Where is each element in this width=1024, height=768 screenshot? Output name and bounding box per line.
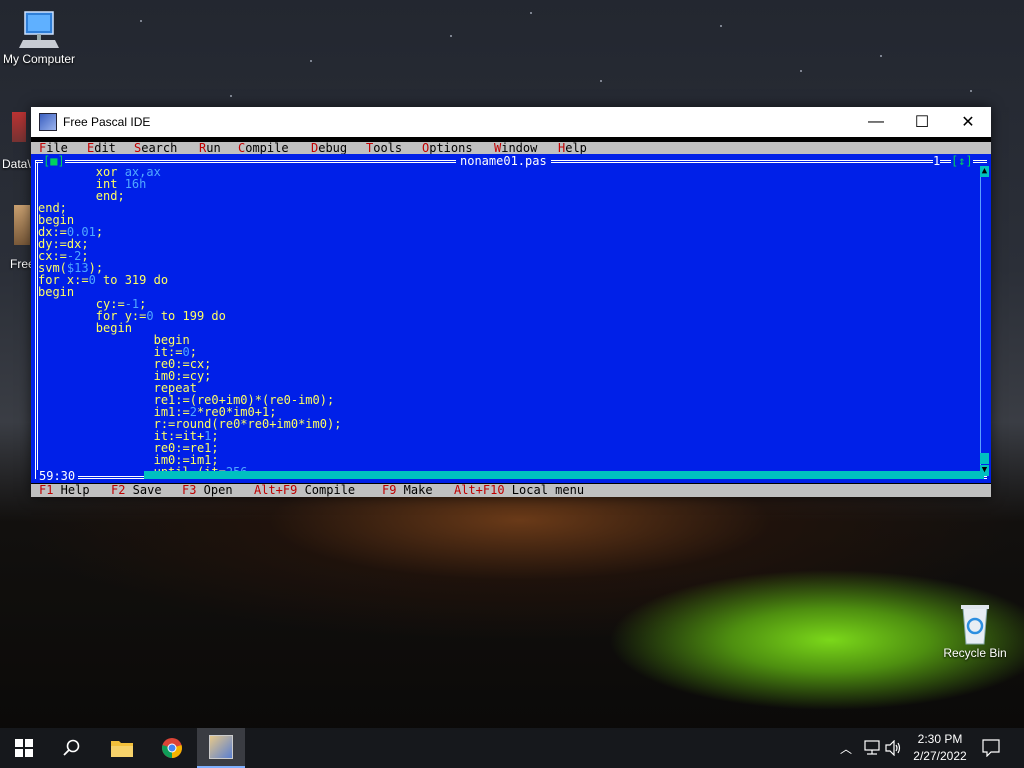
status-label: Make	[396, 483, 433, 497]
status-key: F3	[182, 483, 197, 497]
scroll-thumb[interactable]	[980, 453, 989, 464]
start-button[interactable]	[0, 728, 48, 768]
windows-logo-icon	[15, 739, 33, 757]
desktop-icon-recycle-bin[interactable]: Recycle Bin	[940, 602, 1010, 660]
menu-tools[interactable]: Tools	[366, 142, 402, 154]
status-key: Alt+F9	[254, 483, 298, 497]
desktop-icon-label: My Computer	[2, 52, 76, 66]
search-button[interactable]	[48, 728, 96, 768]
horizontal-scrollbar[interactable]	[144, 471, 984, 479]
volume-icon[interactable]	[885, 740, 903, 756]
close-button[interactable]: ✕	[945, 107, 991, 137]
data-shortcut-icon	[12, 112, 26, 142]
chrome-icon	[162, 738, 182, 758]
menu-options[interactable]: Options	[422, 142, 473, 154]
status-bar: F1 Help F2 Save F3 Open Alt+F9 Compile F…	[31, 484, 991, 497]
status-make[interactable]: F9 Make	[382, 484, 433, 496]
clock-time: 2:30 PM	[917, 732, 963, 746]
recycle-bin-icon	[961, 605, 989, 645]
window-title: Free Pascal IDE	[63, 115, 151, 129]
desktop-icon-label: Recycle Bin	[943, 646, 1007, 660]
menu-label: ptions	[429, 141, 473, 155]
status-key: F2	[111, 483, 126, 497]
menu-label: earch	[141, 141, 178, 155]
menu-label: ile	[46, 141, 68, 155]
code-line[interactable]: end;	[38, 202, 341, 214]
desktop-icon-free-partial[interactable]: Free	[0, 205, 35, 271]
editor-window[interactable]: [■] noname01.pas 1 [↕] xor ax,ax int 16h…	[31, 154, 991, 483]
free-pascal-shortcut-icon	[14, 205, 30, 245]
menu-label: elp	[565, 141, 587, 155]
free-pascal-window: Free Pascal IDE — ☐ ✕ File Edit Search R…	[31, 107, 991, 497]
menu-label: ompile	[245, 141, 289, 155]
status-save[interactable]: F2 Save	[111, 484, 162, 496]
vertical-scrollbar[interactable]: ▲ ▼	[980, 166, 989, 476]
code-line[interactable]: for x:=0 to 319 do	[38, 274, 341, 286]
desktop-icon-data-partial[interactable]: Data\	[0, 112, 31, 171]
free-pascal-icon	[209, 735, 233, 759]
system-clock[interactable]: 2:30 PM 2/27/2022	[902, 731, 978, 765]
minimize-button[interactable]: —	[853, 107, 899, 137]
cursor-position: 59:30	[36, 470, 79, 482]
code-tail: to 319 do	[95, 273, 169, 287]
clock-date: 2/27/2022	[913, 749, 967, 763]
code-literal: 0	[88, 273, 96, 287]
menu-edit[interactable]: Edit	[87, 142, 116, 154]
network-icon[interactable]	[863, 740, 881, 756]
search-icon	[63, 739, 80, 756]
menu-label: un	[206, 141, 221, 155]
notification-center-icon[interactable]	[982, 739, 1000, 757]
code-area[interactable]: xor ax,ax int 16h end; end; begin dx:=0.01;…	[38, 166, 341, 478]
code-literal: 16h	[124, 177, 147, 191]
free-pascal-taskbar-button[interactable]	[197, 728, 245, 768]
menu-label: ebug	[318, 141, 348, 155]
code-text: end;	[95, 189, 125, 203]
code-tail: to 199 do	[153, 309, 226, 323]
folder-icon	[111, 741, 133, 757]
frame-left-outer	[35, 160, 36, 478]
status-label: Open	[196, 483, 233, 497]
zoom-box[interactable]: [↕]	[951, 155, 973, 167]
menu-label: dit	[94, 141, 116, 155]
maximize-button[interactable]: ☐	[899, 107, 945, 137]
file-explorer-button[interactable]	[98, 728, 146, 768]
menu-search[interactable]: Search	[134, 142, 177, 154]
ide-console: File Edit Search Run Compile Debug Tools…	[31, 137, 991, 497]
desktop-icon-my-computer[interactable]: My Computer	[2, 8, 76, 66]
menu-label: indow	[501, 141, 538, 155]
chrome-button[interactable]	[148, 728, 196, 768]
window-titlebar[interactable]: Free Pascal IDE — ☐ ✕	[31, 107, 991, 137]
menu-run[interactable]: Run	[199, 142, 221, 154]
editor-filename: noname01.pas	[456, 155, 551, 167]
menu-debug[interactable]: Debug	[311, 142, 347, 154]
zoom-box-glyph: [↕]	[951, 154, 973, 168]
status-key: Alt+F10	[454, 483, 505, 497]
show-hidden-icons-chevron-icon[interactable]: ︿	[840, 740, 852, 757]
scroll-up-arrow[interactable]: ▲	[980, 166, 989, 177]
menu-file[interactable]: File	[39, 142, 68, 154]
status-key: F1	[39, 483, 54, 497]
status-label: Compile	[297, 483, 356, 497]
status-help[interactable]: F1 Help	[39, 484, 90, 496]
code-literal: 0	[146, 309, 154, 323]
status-local-menu[interactable]: Alt+F10 Local menu	[454, 484, 584, 496]
menu-window[interactable]: Window	[494, 142, 537, 154]
menu-compile[interactable]: Compile	[238, 142, 289, 154]
computer-icon	[19, 11, 59, 48]
code-line[interactable]: end;	[38, 190, 341, 202]
status-label: Local menu	[504, 483, 585, 497]
menu-help[interactable]: Help	[558, 142, 587, 154]
status-label: Save	[125, 483, 162, 497]
menu-label: ools	[373, 141, 403, 155]
status-compile[interactable]: Alt+F9 Compile	[254, 484, 355, 496]
status-label: Help	[53, 483, 90, 497]
status-open[interactable]: F3 Open	[182, 484, 233, 496]
status-key: F9	[382, 483, 397, 497]
free-pascal-app-icon	[39, 113, 57, 131]
taskbar: ︿ 2:30 PM 2/27/2022	[0, 728, 1024, 768]
menu-bar: File Edit Search Run Compile Debug Tools…	[31, 142, 991, 154]
window-number: 1	[933, 154, 941, 168]
code-tail: ;	[95, 225, 104, 239]
desktop-icon-label: Data\	[2, 157, 31, 171]
